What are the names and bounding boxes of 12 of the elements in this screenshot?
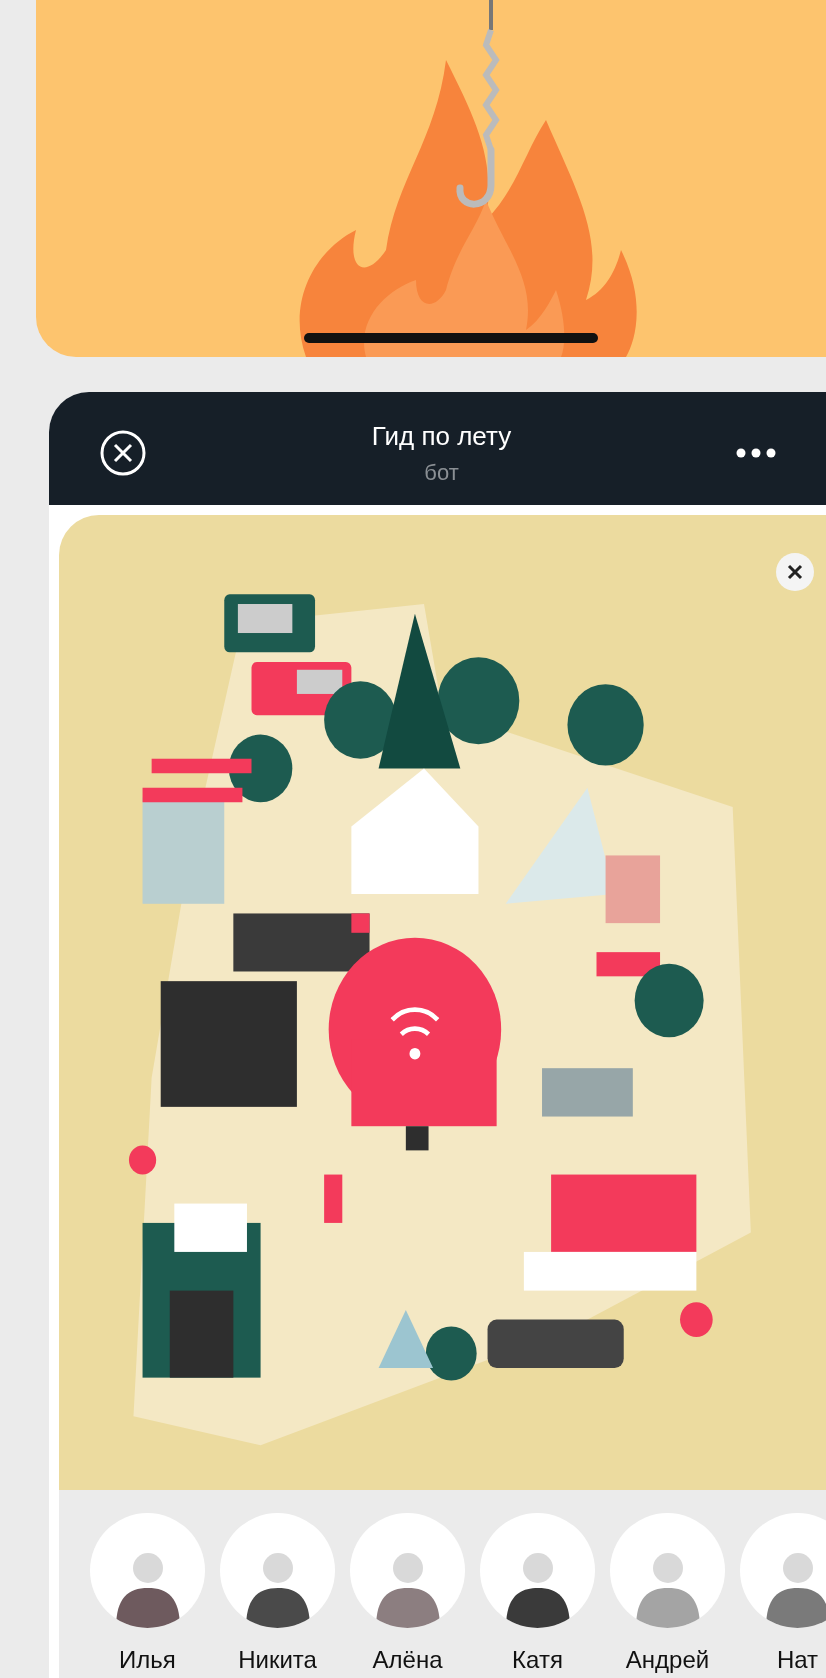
- close-button[interactable]: [776, 553, 814, 591]
- chat-subtitle: бот: [424, 458, 459, 487]
- contact-name: Никита: [238, 1645, 317, 1675]
- contact-name: Андрей: [625, 1645, 710, 1675]
- contact-name: Алёна: [372, 1645, 443, 1675]
- contact-name: Нат: [776, 1645, 819, 1675]
- more-icon[interactable]: [736, 447, 776, 458]
- chat-title: Гид по лету: [371, 419, 512, 453]
- contact-name: Илья: [119, 1645, 176, 1675]
- contact-name: Катя: [512, 1645, 563, 1675]
- close-icon: [787, 564, 803, 580]
- close-icon[interactable]: [99, 428, 147, 477]
